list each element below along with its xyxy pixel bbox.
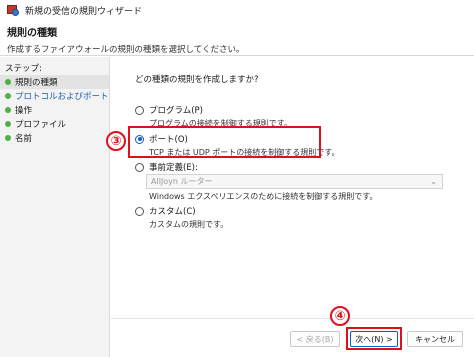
title-bar: 新規の受信の規則ウィザード — [0, 0, 474, 20]
step-4-badge: ④ — [330, 306, 350, 326]
rule-type-question: どの種類の規則を作成しますか? — [135, 75, 259, 85]
radio-button[interactable] — [135, 105, 144, 115]
radio-custom[interactable]: カスタム(C) — [135, 205, 196, 217]
page-title: 規則の種類 — [7, 28, 57, 39]
predefined-select[interactable]: AllJoyn ルーター ⌄ — [146, 174, 443, 189]
select-value: AllJoyn ルーター — [151, 177, 213, 186]
window-title: 新規の受信の規則ウィザード — [25, 6, 143, 17]
option-label: 事前定義(E): — [149, 163, 198, 173]
firewall-icon — [7, 4, 19, 16]
port-highlight-box — [128, 126, 321, 158]
step-label: 操作 — [15, 106, 33, 116]
step-label: プロトコルおよびポート — [15, 92, 109, 102]
option-description: カスタムの規則です。 — [149, 220, 229, 229]
step-label: 規則の種類 — [15, 78, 58, 88]
step-dot-icon — [5, 93, 11, 99]
radio-predefined[interactable]: 事前定義(E): — [135, 161, 198, 173]
step-dot-icon — [5, 135, 11, 141]
radio-program[interactable]: プログラム(P) — [135, 104, 203, 116]
option-label: プログラム(P) — [149, 106, 204, 116]
step-rule-type[interactable]: 規則の種類 — [0, 75, 109, 89]
option-label: カスタム(C) — [149, 207, 196, 217]
steps-label: ステップ: — [5, 64, 42, 74]
step-label: 名前 — [15, 134, 33, 144]
cancel-button[interactable]: キャンセル — [407, 331, 463, 347]
main-pane: どの種類の規則を作成しますか? プログラム(P) プログラムの接続を制御する規則… — [111, 57, 474, 357]
step-label: プロファイル — [15, 120, 67, 130]
step-protocol-port[interactable]: プロトコルおよびポート — [0, 89, 109, 103]
step-dot-icon — [5, 107, 11, 113]
page-description: 作成するファイアウォールの規則の種類を選択してください。 — [7, 45, 245, 55]
step-name[interactable]: 名前 — [0, 131, 109, 145]
step-3-badge: ③ — [106, 131, 126, 151]
steps-pane: ステップ: 規則の種類 プロトコルおよびポート 操作 プロファイル 名前 — [0, 57, 110, 357]
next-highlight-box — [346, 327, 402, 350]
wizard-header: 規則の種類 作成するファイアウォールの規則の種類を選択してください。 — [0, 20, 474, 56]
chevron-down-icon: ⌄ — [430, 177, 437, 186]
option-description: Windows エクスペリエンスのために接続を制御する規則です。 — [149, 192, 378, 201]
radio-button[interactable] — [135, 162, 144, 172]
step-action[interactable]: 操作 — [0, 103, 109, 117]
back-button[interactable]: < 戻る(B) — [290, 331, 340, 347]
step-profile[interactable]: プロファイル — [0, 117, 109, 131]
step-dot-icon — [5, 121, 11, 127]
radio-button[interactable] — [135, 206, 144, 216]
step-dot-icon — [5, 79, 11, 85]
